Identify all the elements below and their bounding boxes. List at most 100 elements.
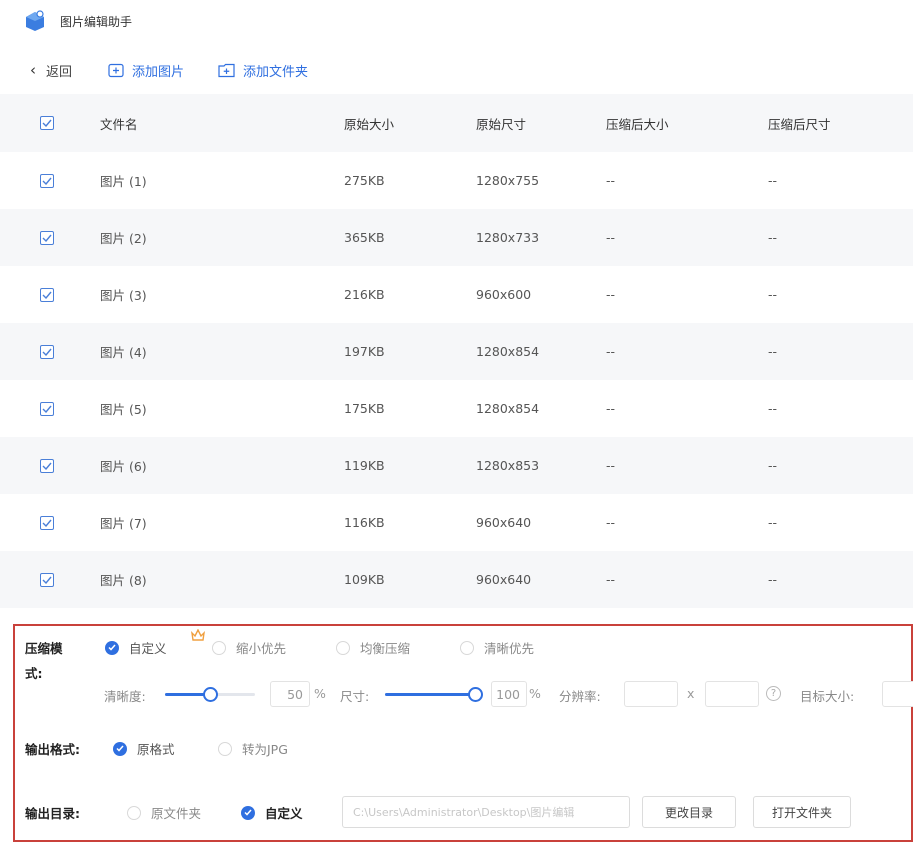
check-icon [42,291,52,299]
size-slider[interactable] [385,687,483,702]
add-image-button[interactable]: 添加图片 [108,61,184,80]
check-icon [42,119,52,127]
original-dimensions: 1280x853 [476,458,540,473]
file-name: 图片 (7) [100,516,147,531]
size-slider-thumb[interactable] [468,687,483,702]
mode-size-priority-radio[interactable]: 缩小优先 [212,638,286,657]
target-size-label: 目标大小: [800,689,855,704]
app-title: 图片编辑助手 [60,14,133,29]
original-dimensions: 960x640 [476,572,532,587]
add-image-icon [108,63,124,77]
table-row[interactable]: 图片 (4) 197KB 1280x854 -- -- [0,323,913,380]
change-directory-button[interactable]: 更改目录 [642,796,736,828]
open-folder-button[interactable]: 打开文件夹 [753,796,851,828]
compress-mode-label-line1: 压缩模 [25,641,63,656]
row-checkbox[interactable] [40,344,54,359]
table-row[interactable]: 图片 (2) 365KB 1280x733 -- -- [0,209,913,266]
table-row[interactable]: 图片 (3) 216KB 960x600 -- -- [0,266,913,323]
original-dimensions: 1280x854 [476,401,540,416]
target-size-input[interactable] [882,681,913,707]
add-image-label: 添加图片 [132,64,185,80]
file-name: 图片 (8) [100,573,147,588]
header-compressed-size[interactable]: 压缩后大小 [606,94,669,152]
table-row[interactable]: 图片 (7) 116KB 960x640 -- -- [0,494,913,551]
resolution-label: 分辨率: [559,689,601,704]
back-button[interactable]: ‹ 返回 [30,61,72,80]
radio-checked-icon [113,741,127,756]
compressed-size: -- [606,458,616,473]
help-icon[interactable]: ? [766,686,781,701]
select-all-checkbox[interactable] [40,116,54,130]
row-checkbox[interactable] [40,230,54,245]
table-row[interactable]: 图片 (5) 175KB 1280x854 -- -- [0,380,913,437]
original-size: 365KB [344,230,385,245]
format-original-label: 原格式 [137,742,175,757]
dir-original-radio[interactable]: 原文件夹 [127,803,201,822]
title-bar: 图片编辑助手 [0,0,913,42]
compressed-size: -- [606,287,616,302]
resolution-height-input[interactable] [705,681,759,707]
row-checkbox[interactable] [40,173,54,188]
format-original-radio[interactable]: 原格式 [113,739,175,758]
original-dimensions: 1280x854 [476,344,540,359]
compressed-dimensions: -- [768,515,778,530]
clarity-percent: % [314,686,326,701]
header-original-dimensions[interactable]: 原始尺寸 [476,94,526,152]
compressed-size: -- [606,344,616,359]
size-percent: % [529,686,541,701]
app-logo-icon [26,10,44,31]
table-header: 文件名 原始大小 原始尺寸 压缩后大小 压缩后尺寸 [0,94,913,152]
mode-custom-label: 自定义 [129,641,167,656]
file-name: 图片 (3) [100,288,147,303]
original-size: 275KB [344,173,385,188]
compression-settings-panel: 压缩模 式: 自定义 缩小优先 均衡压缩 清晰优先 清晰度: 50 % 尺寸: … [13,624,913,842]
table-row[interactable]: 图片 (6) 119KB 1280x853 -- -- [0,437,913,494]
dir-custom-radio[interactable]: 自定义 [241,803,303,822]
compressed-size: -- [606,230,616,245]
header-original-size[interactable]: 原始大小 [344,94,394,152]
original-size: 197KB [344,344,385,359]
size-input[interactable]: 100 [491,681,527,707]
mode-clarity-priority-label: 清晰优先 [484,641,535,656]
toolbar: ‹ 返回 添加图片 添加文件夹 [0,54,342,86]
clarity-slider-thumb[interactable] [203,687,218,702]
original-size: 175KB [344,401,385,416]
output-format-label: 输出格式: [25,742,80,757]
clarity-input[interactable]: 50 [270,681,310,707]
resolution-width-input[interactable] [624,681,678,707]
file-name: 图片 (4) [100,345,147,360]
check-icon [42,234,52,242]
original-size: 216KB [344,287,385,302]
file-name: 图片 (2) [100,231,147,246]
format-jpg-radio[interactable]: 转为JPG [218,739,288,758]
mode-custom-radio[interactable]: 自定义 [105,638,167,657]
radio-checked-icon [105,640,119,655]
row-checkbox[interactable] [40,458,54,473]
mode-balanced-radio[interactable]: 均衡压缩 [336,638,410,657]
table-row[interactable]: 图片 (1) 275KB 1280x755 -- -- [0,152,913,209]
header-filename[interactable]: 文件名 [100,94,138,152]
format-jpg-label: 转为JPG [242,742,288,757]
row-checkbox[interactable] [40,287,54,302]
header-compressed-dimensions[interactable]: 压缩后尺寸 [768,94,831,152]
original-dimensions: 1280x733 [476,230,540,245]
clarity-label: 清晰度: [104,689,146,704]
size-label: 尺寸: [340,689,370,704]
original-size: 116KB [344,515,385,530]
mode-clarity-priority-radio[interactable]: 清晰优先 [460,638,534,657]
add-folder-button[interactable]: 添加文件夹 [218,61,308,80]
compressed-dimensions: -- [768,458,778,473]
check-icon [42,177,52,185]
output-path-field[interactable]: C:\Users\Administrator\Desktop\图片编辑 [342,796,630,828]
vip-crown-icon [191,629,205,641]
row-checkbox[interactable] [40,401,54,416]
add-folder-icon [218,63,235,77]
output-dir-label: 输出目录: [25,806,80,821]
row-checkbox[interactable] [40,572,54,587]
back-label: 返回 [46,64,73,80]
table-row[interactable]: 图片 (8) 109KB 960x640 -- -- [0,551,913,608]
original-dimensions: 960x600 [476,287,532,302]
row-checkbox[interactable] [40,515,54,530]
radio-unchecked-icon [460,640,474,655]
clarity-slider[interactable] [165,687,255,702]
